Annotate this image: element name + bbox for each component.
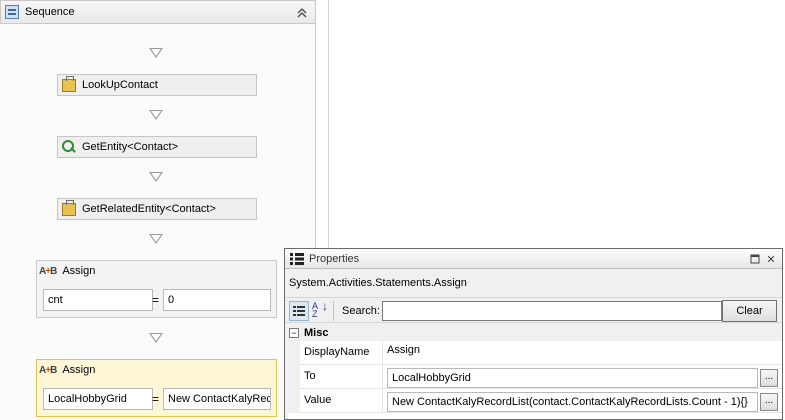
assign-value-field[interactable]: 0 [163, 289, 271, 311]
property-name: To [300, 365, 383, 389]
clear-button[interactable]: Clear [722, 300, 777, 322]
sort-alphabetical-icon[interactable]: A Z ↓ [312, 300, 328, 319]
selected-object-type: System.Activities.Statements.Assign [289, 277, 467, 289]
property-row-value[interactable]: Value New ContactKalyRecordList(contact.… [288, 389, 782, 413]
toolbar-separator [333, 301, 334, 321]
activity-lookupcontact[interactable]: LookUpContact [57, 74, 257, 96]
properties-titlebar[interactable]: Properties ✕ [285, 249, 782, 269]
properties-window: Properties ✕ System.Activities.Statement… [284, 248, 783, 420]
clipboard-icon [62, 75, 76, 92]
properties-toolbar: A Z ↓ Search: Clear [285, 297, 782, 323]
assign-to-field[interactable]: cnt [43, 289, 153, 311]
drop-target-arrow[interactable] [149, 110, 163, 120]
assign-equals: = [152, 293, 160, 307]
magnifier-icon [62, 140, 76, 154]
drop-target-arrow[interactable] [149, 333, 163, 343]
sequence-title: Sequence [25, 6, 75, 18]
property-name: DisplayName [300, 341, 383, 365]
workflow-designer: Sequence LookUpContact GetEntity<Contact… [0, 0, 785, 420]
category-label: Misc [304, 327, 329, 339]
property-grid: − Misc DisplayName Assign To LocalHobbyG… [288, 325, 782, 419]
activity-label: GetRelatedEntity<Contact> [82, 203, 216, 215]
drop-target-arrow[interactable] [149, 172, 163, 182]
search-label: Search: [342, 305, 380, 317]
property-value[interactable]: Assign [383, 341, 782, 365]
activity-getrelatedentity[interactable]: GetRelatedEntity<Contact> [57, 198, 257, 220]
properties-title: Properties [309, 252, 360, 265]
activity-getentity[interactable]: GetEntity<Contact> [57, 136, 257, 158]
assign-to-field[interactable]: LocalHobbyGrid [43, 388, 153, 410]
clipboard-icon [62, 199, 76, 216]
assign-equals: = [152, 392, 160, 406]
assign-icon: A+B [39, 265, 57, 277]
assign-activity-1[interactable]: A+B Assign cnt = 0 [36, 260, 277, 318]
sequence-header[interactable]: Sequence [0, 0, 316, 24]
sequence-icon [5, 5, 19, 19]
property-value-box[interactable]: LocalHobbyGrid [387, 368, 758, 388]
assign-header: A+B Assign [39, 263, 95, 279]
close-icon[interactable]: ✕ [764, 252, 778, 266]
search-input[interactable] [382, 301, 722, 321]
activity-label: LookUpContact [82, 79, 158, 91]
activity-label: GetEntity<Contact> [82, 141, 178, 153]
assign-value-field[interactable]: New ContactKalyRec [163, 388, 271, 410]
categorized-icon[interactable] [289, 301, 309, 321]
maximize-icon[interactable] [748, 252, 762, 266]
property-value-box[interactable]: New ContactKalyRecordList(contact.Contac… [387, 392, 758, 412]
property-name: Value [300, 389, 383, 413]
ellipsis-button[interactable]: ... [760, 393, 778, 411]
assign-icon: A+B [39, 364, 57, 376]
property-row-to[interactable]: To LocalHobbyGrid ... [288, 365, 782, 389]
sequence-container: Sequence LookUpContact GetEntity<Contact… [0, 0, 316, 420]
assign-title: Assign [62, 364, 96, 376]
drop-target-arrow[interactable] [149, 48, 163, 58]
drop-target-arrow[interactable] [149, 234, 163, 244]
ellipsis-button[interactable]: ... [760, 369, 778, 387]
properties-icon [290, 252, 304, 265]
collapse-chevron-icon[interactable] [293, 4, 311, 22]
property-row-displayname[interactable]: DisplayName Assign [288, 341, 782, 365]
collapse-minus-icon[interactable]: − [289, 328, 299, 338]
category-misc[interactable]: − Misc [288, 325, 782, 341]
assign-activity-2[interactable]: A+B Assign LocalHobbyGrid = New ContactK… [36, 359, 277, 417]
assign-header: A+B Assign [39, 362, 95, 378]
assign-title: Assign [62, 265, 96, 277]
